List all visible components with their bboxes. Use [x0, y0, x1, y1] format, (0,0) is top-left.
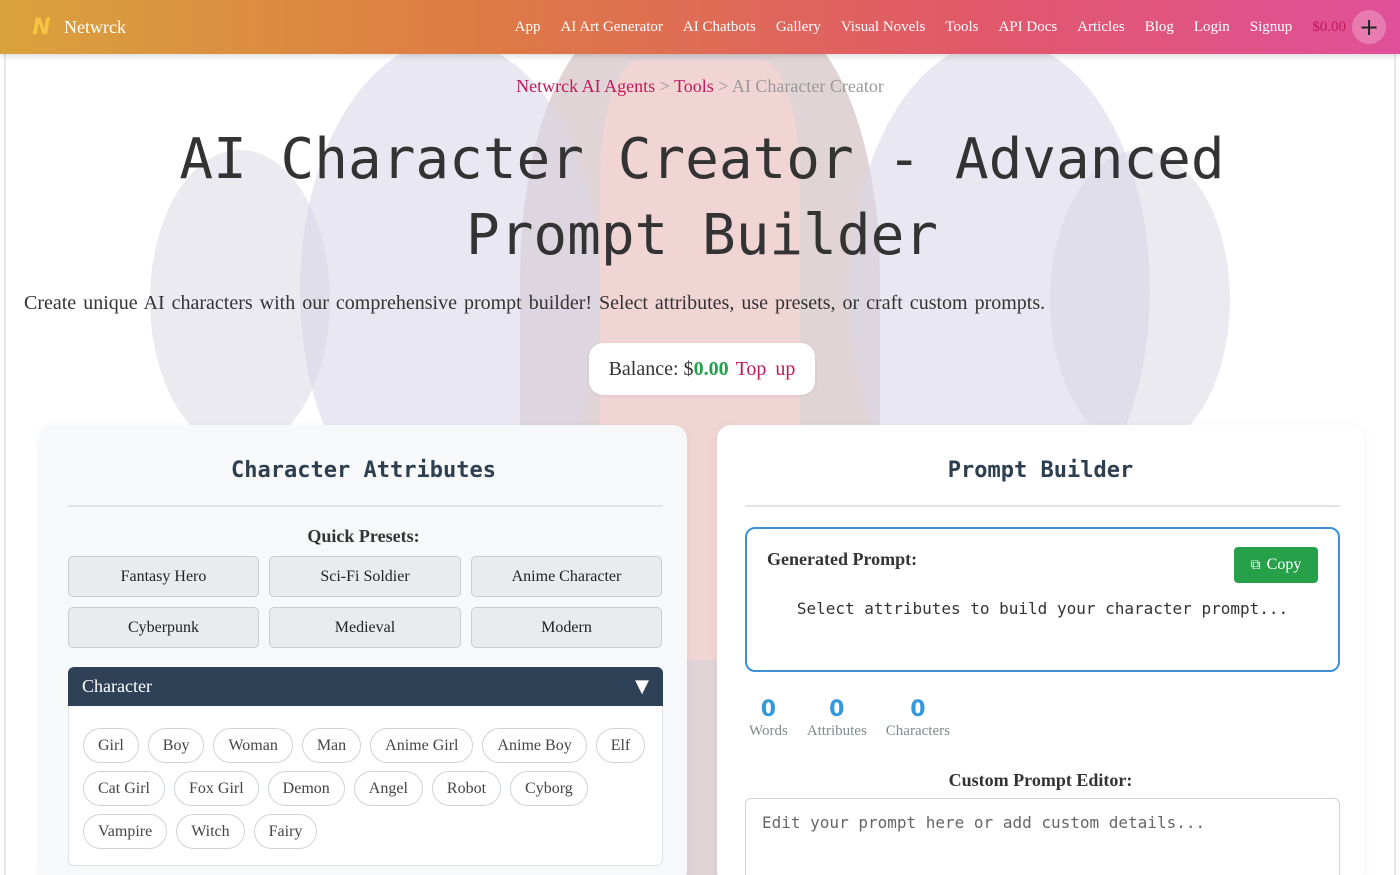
- category-name: Character: [82, 676, 152, 696]
- caret-down-icon: ▼: [635, 676, 649, 697]
- preset-medieval-button[interactable]: Medieval: [269, 607, 461, 648]
- nav-link-ai-art-generator[interactable]: AI Art Generator: [560, 19, 662, 36]
- chip-fairy[interactable]: Fairy: [253, 814, 318, 849]
- custom-prompt-editor-label: Custom Prompt Editor:: [948, 770, 1133, 790]
- chip-anime-boy[interactable]: Anime Boy: [482, 728, 587, 763]
- copy-button[interactable]: ⧉ Copy: [1234, 547, 1318, 583]
- balance-label: Balance: $: [608, 357, 694, 380]
- chip-anime-girl[interactable]: Anime Girl: [370, 728, 474, 763]
- balance-pill: Balance: $0.00 Top up: [589, 343, 815, 395]
- chip-vampire[interactable]: Vampire: [83, 814, 168, 849]
- quick-presets-label: Quick Presets:: [307, 526, 420, 546]
- preset-sci-fi-soldier-button[interactable]: Sci-Fi Soldier: [269, 556, 461, 597]
- category-header-character[interactable]: Character ▼: [68, 667, 663, 706]
- chip-man[interactable]: Man: [301, 728, 362, 763]
- breadcrumb-current: AI Character Creator: [731, 76, 884, 96]
- stat-words-value: 0: [760, 697, 777, 722]
- brand[interactable]: N Netwrck: [26, 14, 126, 40]
- nav-link-app[interactable]: App: [515, 19, 541, 36]
- preset-fantasy-hero-button[interactable]: Fantasy Hero: [68, 556, 259, 597]
- chip-witch[interactable]: Witch: [176, 814, 245, 849]
- top-navbar: N Netwrck App AI Art Generator AI Chatbo…: [0, 0, 1400, 54]
- brand-name: Netwrck: [64, 16, 126, 37]
- stat-words: 0 Words: [749, 697, 788, 740]
- stat-words-label: Words: [749, 723, 788, 739]
- prompt-builder-panel: Prompt Builder Generated Prompt: ⧉ Copy …: [717, 425, 1364, 875]
- nav-link-tools[interactable]: Tools: [945, 19, 978, 36]
- preset-anime-character-button[interactable]: Anime Character: [471, 556, 662, 597]
- nav-link-signup[interactable]: Signup: [1250, 19, 1293, 36]
- custom-prompt-editor[interactable]: [745, 798, 1340, 875]
- stat-characters: 0 Characters: [886, 697, 950, 740]
- copy-button-label: Copy: [1266, 556, 1302, 573]
- breadcrumb-home[interactable]: Netwrck AI Agents: [516, 76, 655, 96]
- chip-fox-girl[interactable]: Fox Girl: [174, 771, 259, 806]
- nav-link-login[interactable]: Login: [1194, 19, 1230, 36]
- generated-prompt-text: Select attributes to build your characte…: [796, 599, 1289, 618]
- brand-logo-icon: N: [32, 14, 50, 40]
- attribute-chips: Girl Boy Woman Man Anime Girl Anime Boy …: [83, 728, 648, 849]
- page-intro: Create unique AI characters with our com…: [24, 292, 1046, 314]
- chip-woman[interactable]: Woman: [213, 728, 293, 763]
- nav-link-visual-novels[interactable]: Visual Novels: [841, 19, 926, 36]
- character-attributes-panel: Character Attributes Quick Presets: Fant…: [40, 425, 687, 875]
- preset-modern-button[interactable]: Modern: [471, 607, 662, 648]
- chip-boy[interactable]: Boy: [147, 728, 205, 763]
- breadcrumb-tools[interactable]: Tools: [674, 76, 714, 96]
- stat-attributes: 0 Attributes: [807, 697, 867, 740]
- stat-characters-value: 0: [910, 697, 926, 722]
- nav-link-blog[interactable]: Blog: [1145, 19, 1174, 36]
- nav-link-gallery[interactable]: Gallery: [776, 19, 821, 36]
- generated-prompt-box: Generated Prompt: ⧉ Copy Select attribut…: [745, 527, 1340, 672]
- nav-link-api-docs[interactable]: API Docs: [998, 19, 1057, 36]
- generated-prompt-label: Generated Prompt:: [767, 549, 918, 569]
- divider: [745, 505, 1340, 507]
- chip-girl[interactable]: Girl: [83, 728, 139, 763]
- stat-attributes-label: Attributes: [806, 723, 867, 739]
- nav-link-articles[interactable]: Articles: [1077, 19, 1124, 36]
- prompt-stats: 0 Words 0 Attributes 0 Characters: [749, 697, 950, 740]
- nav-links: App AI Art Generator AI Chatbots Gallery…: [495, 10, 1386, 44]
- chip-demon[interactable]: Demon: [267, 771, 345, 806]
- nav-balance[interactable]: $0.00: [1312, 19, 1346, 36]
- builder-panel-title: Prompt Builder: [947, 458, 1134, 483]
- chip-robot[interactable]: Robot: [431, 771, 502, 806]
- chip-cat-girl[interactable]: Cat Girl: [83, 771, 165, 806]
- main-content: Netwrck AI Agents > Tools > AI Character…: [4, 54, 1396, 875]
- divider: [68, 505, 663, 507]
- category-body-character: Girl Boy Woman Man Anime Girl Anime Boy …: [68, 706, 663, 866]
- attributes-panel-title: Character Attributes: [231, 458, 496, 483]
- nav-link-ai-chatbots[interactable]: AI Chatbots: [683, 19, 756, 36]
- chip-cyborg[interactable]: Cyborg: [510, 771, 588, 806]
- stat-characters-label: Characters: [885, 723, 950, 739]
- breadcrumb-separator: >: [713, 76, 732, 96]
- chip-angel[interactable]: Angel: [353, 771, 423, 806]
- breadcrumb-separator: >: [655, 76, 674, 96]
- stat-attributes-value: 0: [829, 697, 845, 722]
- chip-elf[interactable]: Elf: [595, 728, 646, 763]
- page-title: AI Character Creator - Advanced Prompt B…: [179, 127, 1225, 268]
- preset-cyberpunk-button[interactable]: Cyberpunk: [68, 607, 259, 648]
- preset-grid: Fantasy Hero Sci-Fi Soldier Anime Charac…: [68, 556, 663, 648]
- top-up-link[interactable]: Top up: [736, 358, 796, 381]
- breadcrumb: Netwrck AI Agents > Tools > AI Character…: [6, 76, 1394, 97]
- add-funds-plus-icon[interactable]: +: [1352, 10, 1386, 44]
- copy-icon: ⧉: [1250, 557, 1261, 573]
- balance-amount: 0.00: [693, 357, 729, 380]
